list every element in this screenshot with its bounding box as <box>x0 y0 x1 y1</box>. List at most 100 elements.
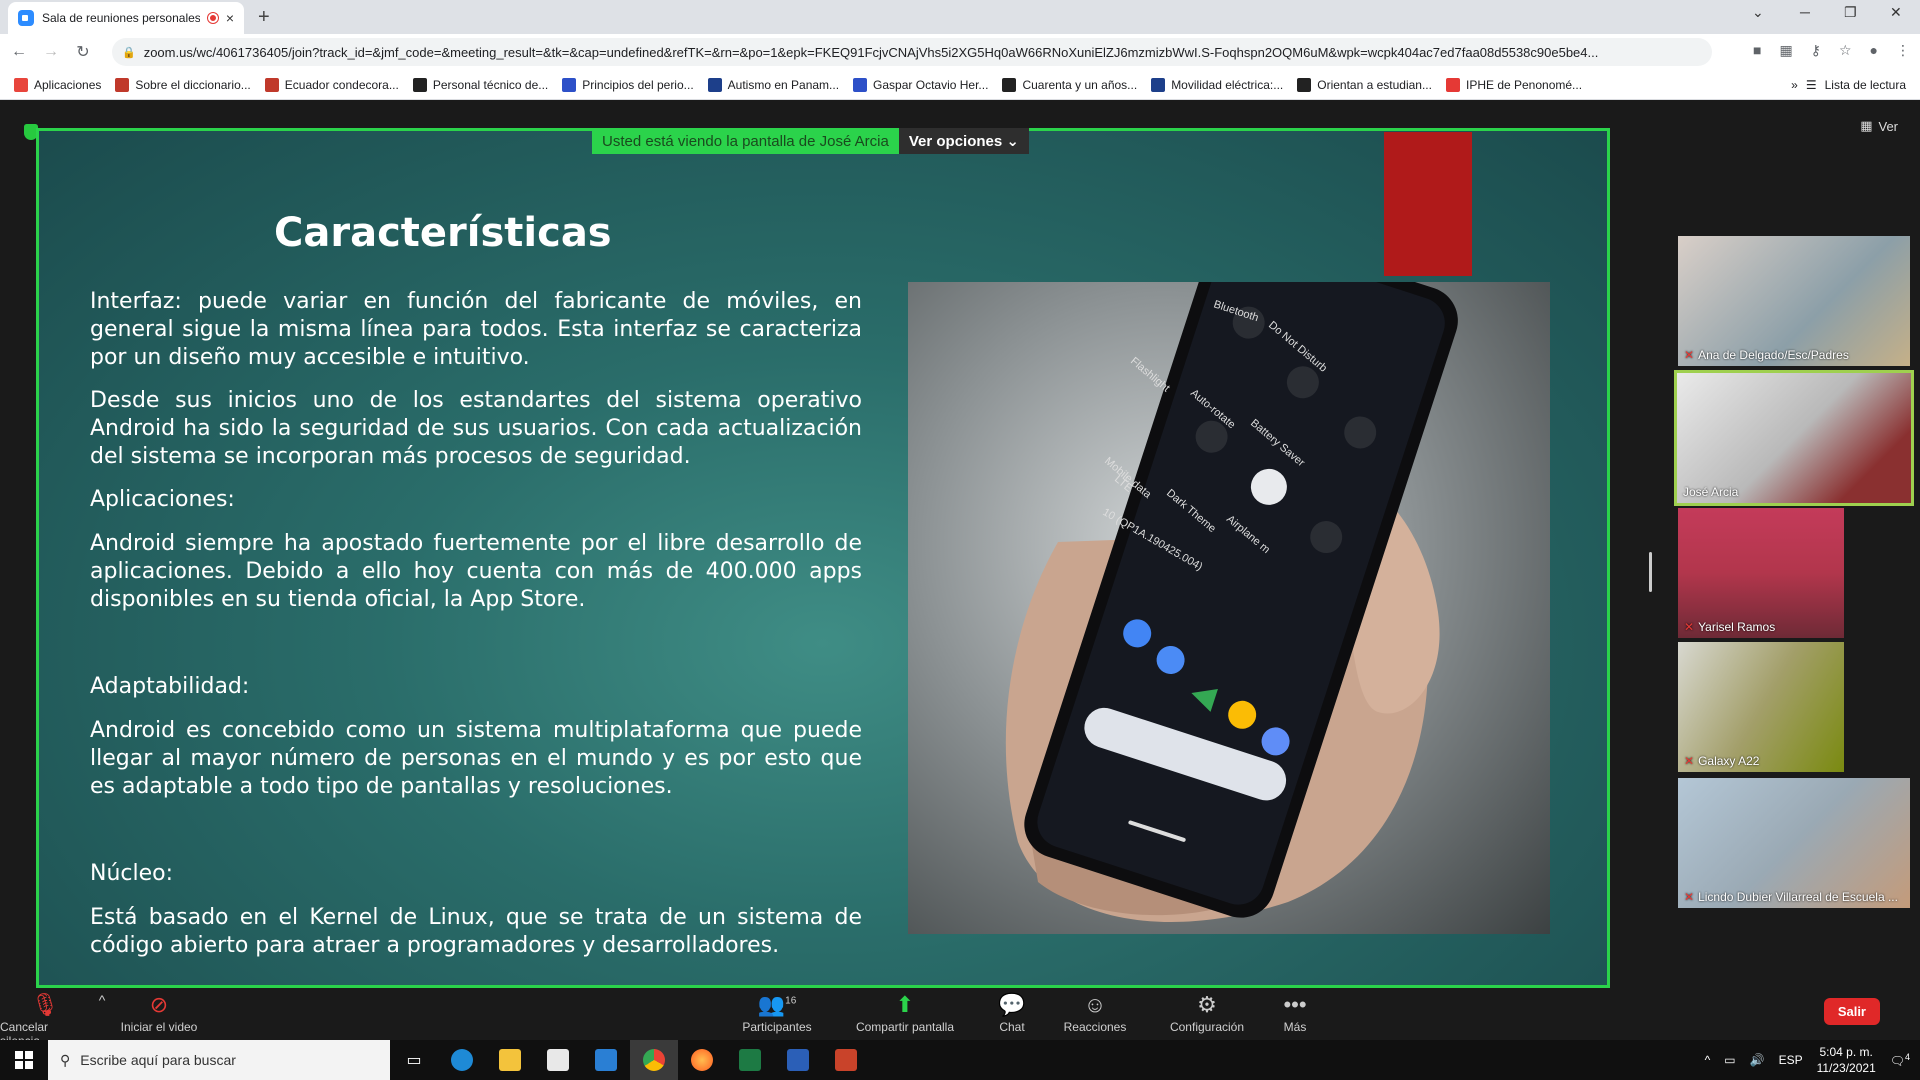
restore-button[interactable]: ❐ <box>1844 4 1857 21</box>
notifications-count: 4 <box>1904 1052 1910 1062</box>
taskbar-mail[interactable] <box>582 1040 630 1080</box>
zoom-icon <box>18 10 34 26</box>
bookmark-item[interactable]: Orientan a estudian... <box>1297 77 1432 92</box>
bookmark-label: Orientan a estudian... <box>1317 77 1432 92</box>
video-tile[interactable]: ✕ Licndo Dubier Villarreal de Escuela ... <box>1678 778 1910 908</box>
tab-close-button[interactable]: × <box>226 10 234 26</box>
slide-paragraph: Android siempre ha apostado fuertemente … <box>90 531 862 612</box>
slide-paragraph: Android es concebido como un sistema mul… <box>90 718 862 799</box>
bookmark-item[interactable]: Gaspar Octavio Her... <box>853 77 988 92</box>
view-layout-button[interactable]: ▦ Ver <box>1860 118 1898 134</box>
taskbar-edge[interactable] <box>438 1040 486 1080</box>
bookmark-label: Movilidad eléctrica:... <box>1171 77 1284 92</box>
participant-name: ✕ Yarisel Ramos <box>1684 620 1776 634</box>
mic-muted-icon: ✕ <box>1684 620 1695 634</box>
bookmark-item[interactable]: IPHE de Penonomé... <box>1445 77 1582 92</box>
bookmark-icon <box>707 77 722 92</box>
slide-paragraph: Desde sus inicios uno de los estandartes… <box>90 388 862 469</box>
url-field[interactable]: 🔒 zoom.us/wc/4061736405/join?track_id=&j… <box>112 38 1712 66</box>
bookmark-item[interactable]: Sobre el diccionario... <box>115 77 251 92</box>
taskbar-powerpoint[interactable] <box>822 1040 870 1080</box>
profile-icon[interactable]: ● <box>1870 42 1878 59</box>
key-icon[interactable]: ⚷ <box>1811 42 1821 59</box>
video-tile[interactable]: ✕ Ana de Delgado/Esc/Padres <box>1678 236 1910 366</box>
start-button[interactable] <box>0 1040 48 1080</box>
bookmark-star-icon[interactable]: ☆ <box>1839 42 1852 59</box>
taskbar-search-input[interactable]: ⚲ Escribe aquí para buscar <box>48 1040 390 1080</box>
back-icon[interactable]: ← <box>6 43 32 61</box>
tab-title: Sala de reuniones personales <box>42 11 200 25</box>
start-video-button[interactable]: ⊘ Iniciar el video <box>116 992 202 1034</box>
browser-tab[interactable]: Sala de reuniones personales × <box>8 2 244 34</box>
taskbar-firefox[interactable] <box>678 1040 726 1080</box>
taskbar-explorer[interactable] <box>486 1040 534 1080</box>
search-placeholder: Escribe aquí para buscar <box>80 1052 236 1068</box>
view-options-button[interactable]: Ver opciones ⌄ <box>898 128 1029 154</box>
share-screen-button[interactable]: ⬆ Compartir pantalla <box>850 992 960 1034</box>
bookmark-icon <box>1002 77 1017 92</box>
minimize-button[interactable]: ─ <box>1800 4 1810 20</box>
network-icon[interactable]: ▭ <box>1724 1053 1735 1067</box>
camera-icon[interactable]: ■ <box>1753 42 1761 59</box>
gear-icon: ⚙ <box>1197 992 1217 1017</box>
bookmark-item[interactable]: Movilidad eléctrica:... <box>1151 77 1284 92</box>
bookmark-item[interactable]: Cuarenta y un años... <box>1002 77 1137 92</box>
new-tab-button[interactable]: + <box>258 6 270 29</box>
bookmark-icon <box>1151 77 1166 92</box>
audio-options-button[interactable]: ^ <box>92 992 112 1020</box>
tab-search-icon[interactable]: ⌄ <box>1752 4 1764 21</box>
more-button[interactable]: ••• Más <box>1280 992 1310 1034</box>
notifications-icon[interactable]: 🗨4 <box>1890 1052 1910 1068</box>
clock[interactable]: 5:04 p. m. 11/23/2021 <box>1817 1044 1876 1076</box>
bookmark-item[interactable]: Principios del perio... <box>562 77 694 92</box>
participant-name: ✕ Licndo Dubier Villarreal de Escuela ... <box>1684 890 1898 904</box>
url-text: zoom.us/wc/4061736405/join?track_id=&jmf… <box>143 44 1599 60</box>
taskbar-chrome[interactable] <box>630 1040 678 1080</box>
bookmark-item[interactable]: Aplicaciones <box>14 77 101 92</box>
participants-button[interactable]: 👥16 Participantes <box>736 992 818 1034</box>
taskbar-store[interactable] <box>534 1040 582 1080</box>
bookmark-icon <box>1297 77 1312 92</box>
bookmark-icon <box>853 77 868 92</box>
video-tile[interactable]: ✕ Galaxy A22 <box>1678 642 1844 772</box>
start-video-label: Iniciar el video <box>120 1020 198 1034</box>
bookmark-item[interactable]: Autismo en Panam... <box>707 77 839 92</box>
clock-time: 5:04 p. m. <box>1819 1045 1873 1059</box>
lock-icon: 🔒 <box>122 46 136 59</box>
bookmark-icon <box>562 77 577 92</box>
bookmark-icon <box>115 77 130 92</box>
language-indicator[interactable]: ESP <box>1779 1053 1803 1067</box>
reading-list-label[interactable]: Lista de lectura <box>1825 78 1906 92</box>
taskbar-word[interactable] <box>774 1040 822 1080</box>
phone-illustration: Bluetooth Do Not Disturb Flashlight Auto… <box>1005 282 1458 922</box>
bookmark-item[interactable]: Personal técnico de... <box>412 77 549 92</box>
chevron-up-icon[interactable]: ^ <box>1705 1053 1711 1067</box>
video-tile-active[interactable]: José Arcia <box>1674 370 1914 506</box>
reactions-button[interactable]: ☺ Reacciones <box>1060 992 1130 1034</box>
chrome-icon <box>643 1049 665 1071</box>
video-tile[interactable]: ✕ Yarisel Ramos <box>1678 508 1844 638</box>
leave-button[interactable]: Salir <box>1823 998 1880 1025</box>
settings-button[interactable]: ⚙ Configuración <box>1164 992 1250 1034</box>
bookmark-label: Personal técnico de... <box>432 77 549 92</box>
menu-icon[interactable]: ⋮ <box>1896 42 1910 59</box>
participants-icon: 👥16 <box>757 992 797 1017</box>
close-window-button[interactable]: ✕ <box>1890 4 1902 21</box>
reading-list-icon[interactable]: ☰ <box>1806 78 1817 92</box>
task-view-button[interactable]: ▭ <box>390 1040 438 1080</box>
taskbar-excel[interactable] <box>726 1040 774 1080</box>
chat-button[interactable]: 💬 Chat <box>990 992 1034 1034</box>
more-bookmarks-button[interactable]: » <box>1791 78 1798 92</box>
reload-icon[interactable]: ↻ <box>70 42 96 62</box>
edge-icon <box>451 1049 473 1071</box>
forward-icon[interactable]: → <box>38 43 64 61</box>
slide-heading: Núcleo: <box>90 861 174 886</box>
participant-name: ✕ Ana de Delgado/Esc/Padres <box>1684 348 1849 362</box>
bookmark-item[interactable]: Ecuador condecora... <box>264 77 399 92</box>
gallery-scroll-handle[interactable] <box>1649 552 1652 592</box>
phone-photo: Bluetooth Do Not Disturb Flashlight Auto… <box>908 282 1550 934</box>
volume-icon[interactable]: 🔊 <box>1750 1053 1765 1067</box>
browser-tab-bar: Sala de reuniones personales × + ⌄ ─ ❐ ✕ <box>0 0 1920 34</box>
extension-icon[interactable]: ▦ <box>1779 42 1792 59</box>
windows-icon <box>15 1051 33 1069</box>
